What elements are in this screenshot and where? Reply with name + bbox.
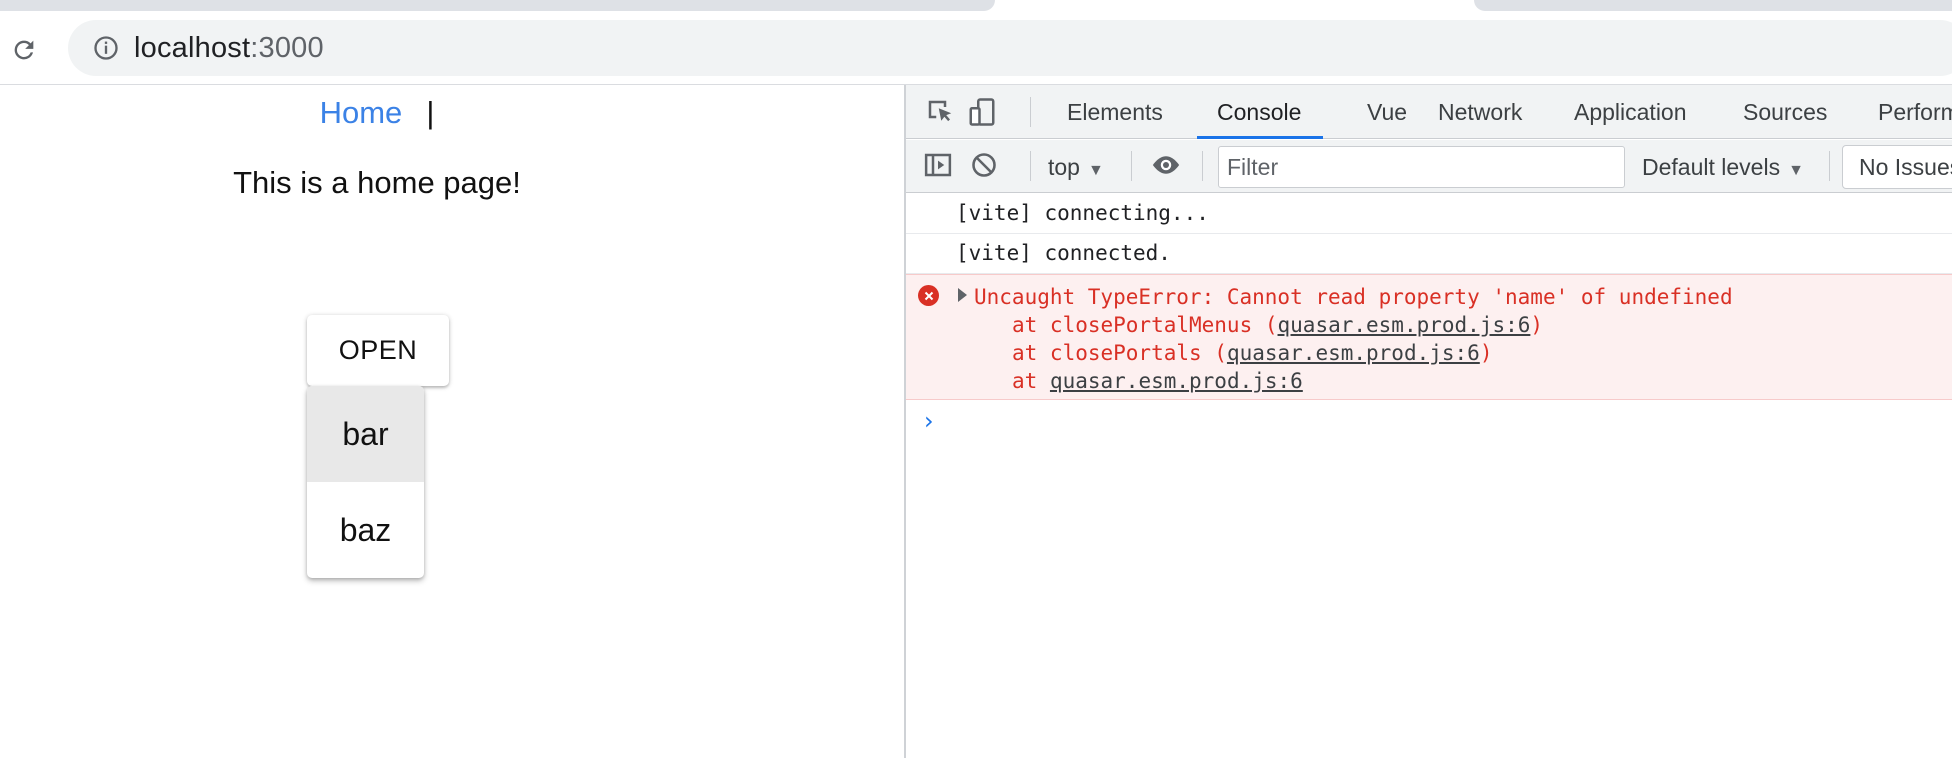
inspect-element-button[interactable] (920, 93, 960, 131)
tab-strip (0, 0, 1952, 12)
inspect-icon (928, 100, 952, 122)
open-button[interactable]: OPEN (307, 315, 449, 386)
eye-icon (1152, 156, 1180, 174)
issues-button[interactable]: No Issues (1842, 145, 1952, 189)
nav-separator: | (426, 95, 435, 130)
tab-sources[interactable]: Sources (1743, 85, 1827, 139)
context-label: top (1048, 154, 1080, 180)
console-sidebar-button[interactable] (918, 146, 958, 184)
error-message: Uncaught TypeError: Cannot read property… (974, 285, 1733, 309)
console-output: [vite] connecting... [vite] connected. U… (906, 194, 1952, 758)
stack-frame: at closePortals (quasar.esm.prod.js:6) (906, 339, 1952, 367)
tab-performance[interactable]: Performance (1878, 85, 1952, 139)
background-tab[interactable] (1474, 0, 1952, 11)
dropdown-arrow-icon: ▼ (1087, 162, 1104, 179)
menu-item-baz[interactable]: baz (307, 482, 424, 578)
clear-console-icon (972, 153, 996, 177)
log-levels-label: Default levels (1642, 154, 1781, 180)
stack-frame-close: ) (1479, 341, 1493, 365)
source-link[interactable]: quasar.esm.prod.js:6 (1227, 341, 1480, 365)
device-icon (969, 98, 995, 126)
nav-link-home[interactable]: Home (320, 95, 403, 130)
url-host: localhost (134, 31, 251, 64)
devtools-panel: Elements Console Vue Network Application… (906, 85, 1952, 758)
context-selector[interactable]: top ▼ (1048, 150, 1104, 184)
tab-elements[interactable]: Elements (1067, 85, 1163, 139)
device-toolbar-button[interactable] (962, 93, 1002, 131)
stack-frame-text: at closePortals ( (1012, 341, 1227, 365)
address-bar[interactable]: localhost:3000 (68, 20, 1952, 76)
source-link[interactable]: quasar.esm.prod.js:6 (1050, 369, 1303, 393)
live-expression-button[interactable] (1146, 146, 1186, 184)
toolbar-divider (1202, 151, 1203, 181)
page-message: This is a home page! (233, 165, 521, 200)
toolbar-divider (1030, 97, 1031, 127)
tab-network[interactable]: Network (1438, 85, 1522, 139)
clear-console-button[interactable] (964, 146, 1004, 184)
toolbar-divider (1030, 151, 1031, 181)
console-prompt[interactable]: › (906, 400, 1952, 440)
sidebar-toggle-icon (924, 153, 952, 177)
tab-vue[interactable]: Vue (1367, 85, 1407, 139)
url-port: :3000 (250, 31, 324, 64)
tab-console[interactable]: Console (1196, 85, 1324, 139)
error-icon (918, 285, 939, 306)
stack-frame-text: at closePortalMenus ( (1012, 313, 1278, 337)
dropdown-arrow-icon: ▼ (1788, 162, 1804, 179)
background-tab[interactable] (0, 0, 995, 11)
devtools-tab-bar: Elements Console Vue Network Application… (906, 85, 1952, 139)
stack-frame: at closePortalMenus (quasar.esm.prod.js:… (906, 311, 1952, 339)
console-filter-input[interactable] (1218, 146, 1625, 188)
stack-frame-text: at (1012, 369, 1050, 393)
info-icon[interactable] (90, 32, 122, 64)
toolbar-divider (1829, 151, 1830, 181)
console-toolbar: top ▼ Default levels ▼ No Issues (906, 140, 1952, 193)
page-viewport: Home | This is a home page! OPEN bar baz (0, 85, 904, 758)
prompt-chevron-icon: › (924, 407, 934, 435)
stack-frame-close: ) (1530, 313, 1544, 337)
reload-button[interactable] (6, 32, 42, 68)
browser-toolbar: localhost:3000 (0, 12, 1952, 84)
page-nav: Home | (0, 85, 754, 141)
reload-icon (14, 40, 34, 60)
menu-item-bar[interactable]: bar (307, 386, 424, 482)
expand-triangle-icon[interactable] (958, 288, 967, 302)
url-text[interactable]: localhost:3000 (134, 32, 324, 65)
dropdown-menu: bar baz (307, 386, 424, 578)
console-error-entry: Uncaught TypeError: Cannot read property… (906, 274, 1952, 400)
stack-frame: at quasar.esm.prod.js:6 (906, 367, 1952, 395)
tab-application[interactable]: Application (1574, 85, 1687, 139)
console-log-line: [vite] connecting... (906, 194, 1952, 234)
console-log-line: [vite] connected. (906, 234, 1952, 274)
log-levels-selector[interactable]: Default levels ▼ (1642, 150, 1804, 184)
source-link[interactable]: quasar.esm.prod.js:6 (1278, 313, 1531, 337)
toolbar-divider (1131, 151, 1132, 181)
